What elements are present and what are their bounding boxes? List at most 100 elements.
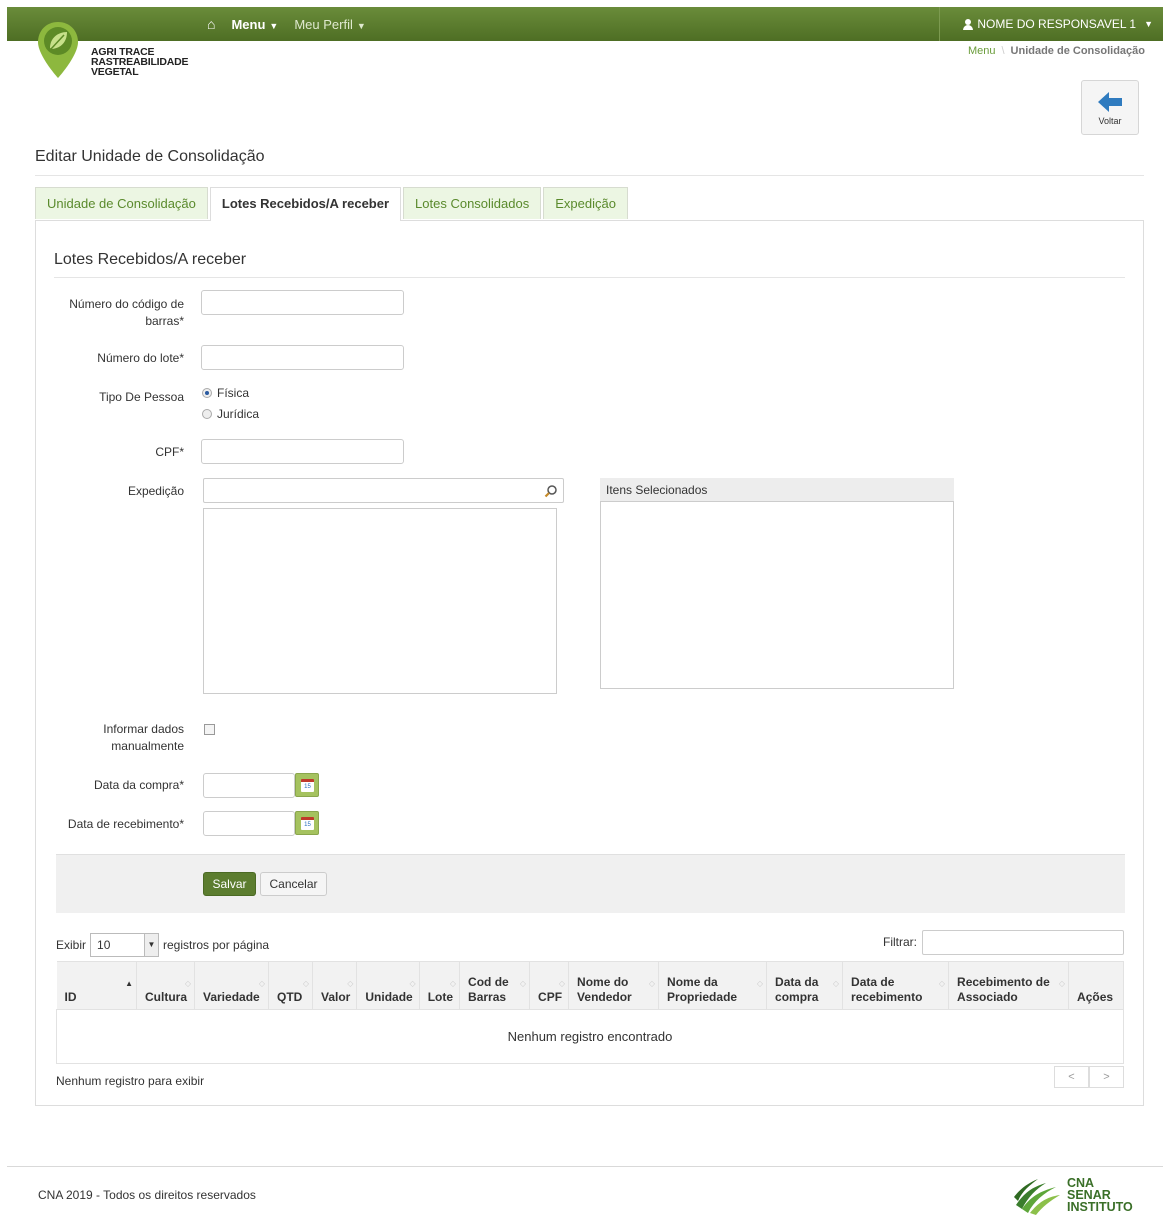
radio-unselected-icon — [202, 409, 212, 419]
purchase-date-input[interactable] — [203, 773, 295, 798]
table-header-row: ID ▲ Cultura ◇ Variedade ◇ QTD ◇ Valor ◇ Unid… — [56, 961, 1124, 1010]
tab-lotes-consolidados[interactable]: Lotes Consolidados — [403, 187, 542, 219]
chevron-down-icon: ▼ — [356, 20, 366, 31]
col-header-acoes: Ações — [1068, 961, 1124, 1010]
breadcrumb-separator: \ — [1001, 45, 1005, 57]
footer-divider — [7, 1166, 1163, 1167]
receipt-date-input[interactable] — [203, 811, 295, 836]
agritrace-logo[interactable]: AGRI TRACE RASTREABILIDADE VEGETAL — [36, 20, 196, 84]
col-header-qtd[interactable]: QTD ◇ — [268, 961, 313, 1010]
calendar-icon: 15 — [301, 817, 314, 830]
lot-label: Número do lote* — [97, 351, 184, 365]
page-size-select[interactable]: 10 ▼ — [90, 933, 160, 957]
sort-icon: ◇ — [409, 979, 416, 988]
cpf-input[interactable] — [201, 439, 404, 464]
col-header-nome-vendedor[interactable]: Nome do Vendedor ◇ — [568, 961, 660, 1010]
chevron-down-icon: ▼ — [144, 934, 159, 956]
available-items-list[interactable] — [203, 508, 557, 694]
filter-input[interactable] — [922, 930, 1124, 955]
sort-asc-icon: ▲ — [125, 979, 133, 988]
purchase-date-label: Data da compra* — [93, 778, 184, 792]
pagination: < > — [1054, 1066, 1124, 1088]
back-button[interactable]: Voltar — [1081, 80, 1139, 135]
next-page-button[interactable]: > — [1089, 1066, 1124, 1088]
chevron-down-icon: ▼ — [269, 20, 279, 31]
profile-dropdown[interactable]: Meu Perfil ▼ — [294, 17, 365, 32]
sort-icon: ◇ — [449, 979, 457, 988]
breadcrumb: Menu \ Unidade de Consolidação — [968, 45, 1145, 57]
col-header-cultura[interactable]: Cultura ◇ — [136, 961, 195, 1010]
table-row: Nenhum registro encontrado — [56, 1009, 1124, 1064]
col-header-recebimento-associado[interactable]: Recebimento de Associado ◇ — [948, 961, 1070, 1010]
cancel-button[interactable]: Cancelar — [260, 872, 327, 896]
cna-senar-logo: CNA SENAR INSTITUTO — [1012, 1175, 1142, 1217]
sort-icon: ◇ — [184, 979, 191, 988]
selected-items-list[interactable] — [600, 478, 954, 689]
sort-icon: ◇ — [347, 979, 354, 988]
breadcrumb-menu-link[interactable]: Menu — [968, 45, 996, 57]
radio-selected-icon — [202, 388, 212, 398]
breadcrumb-current: Unidade de Consolidação — [1010, 45, 1145, 57]
save-button[interactable]: Salvar — [203, 872, 256, 896]
tab-lotes-recebidos[interactable]: Lotes Recebidos/A receber — [209, 187, 402, 221]
barcode-label: Número do código de barras* — [69, 297, 184, 328]
cpf-label: CPF* — [155, 445, 184, 459]
col-header-data-recebimento[interactable]: Data de recebimento ◇ — [842, 961, 950, 1010]
barcode-input[interactable] — [201, 290, 404, 315]
lot-input[interactable] — [201, 345, 404, 370]
person-type-label: Tipo De Pessoa — [99, 390, 184, 404]
sort-icon: ◇ — [756, 979, 764, 988]
user-dropdown[interactable]: NOME DO RESPONSAVEL 1 ▼ — [939, 7, 1163, 41]
radio-juridica[interactable]: Jurídica — [202, 407, 259, 421]
col-header-data-compra[interactable]: Data da compra ◇ — [766, 961, 844, 1010]
sort-icon: ◇ — [1058, 979, 1066, 988]
wheat-icon — [1014, 1179, 1060, 1215]
col-header-nome-propriedade[interactable]: Nome da Propriedade ◇ — [658, 961, 768, 1010]
copyright-text: CNA 2019 - Todos os direitos reservados — [38, 1188, 256, 1202]
tab-unidade-consolidacao[interactable]: Unidade de Consolidação — [35, 187, 208, 219]
col-header-unidade[interactable]: Unidade ◇ — [356, 961, 420, 1010]
col-header-cpf[interactable]: CPF ◇ — [529, 961, 570, 1010]
user-icon — [963, 19, 974, 30]
table-info: Nenhum registro para exibir — [56, 1074, 205, 1088]
page-title: Editar Unidade de Consolidação — [35, 148, 265, 165]
expedicao-label: Expedição — [127, 484, 184, 498]
selected-items-header: Itens Selecionados — [600, 478, 954, 502]
menu-dropdown[interactable]: Menu ▼ — [231, 17, 278, 32]
main-nav: ⌂ Menu ▼ Meu Perfil ▼ — [207, 16, 366, 32]
expedicao-search-input[interactable] — [203, 478, 564, 503]
logo-text: AGRI TRACE RASTREABILIDADE VEGETAL — [91, 46, 189, 78]
sort-icon: ◇ — [832, 979, 840, 988]
tab-expedicao[interactable]: Expedição — [543, 187, 628, 219]
receipt-date-label: Data de recebimento* — [67, 817, 184, 831]
col-header-valor[interactable]: Valor ◇ — [312, 961, 358, 1010]
page-size-control: Exibir 10 ▼ registros por página — [56, 933, 269, 957]
sort-icon: ◇ — [558, 979, 566, 988]
empty-message: Nenhum registro encontrado — [56, 1009, 1124, 1064]
calendar-icon: 15 — [301, 779, 314, 792]
col-header-cod-barras[interactable]: Cod de Barras ◇ — [459, 961, 531, 1010]
sort-icon: ◇ — [648, 979, 656, 988]
home-icon[interactable]: ⌂ — [207, 16, 215, 32]
sort-icon: ◇ — [258, 979, 265, 988]
manual-data-checkbox[interactable] — [204, 724, 215, 735]
section-divider — [54, 277, 1125, 278]
filter-label: Filtrar: — [883, 935, 917, 949]
col-header-lote[interactable]: Lote ◇ — [419, 961, 461, 1010]
purchase-date-picker-button[interactable]: 15 — [295, 773, 319, 797]
title-divider — [35, 175, 1144, 176]
lots-table: ID ▲ Cultura ◇ Variedade ◇ QTD ◇ Valor ◇ Unid… — [56, 961, 1124, 1064]
col-header-variedade[interactable]: Variedade ◇ — [194, 961, 269, 1010]
sort-icon: ◇ — [938, 979, 946, 988]
manual-data-label: Informar dados manualmente — [103, 722, 184, 753]
leaf-pin-icon — [38, 22, 78, 78]
col-header-id[interactable]: ID ▲ — [56, 961, 137, 1010]
sort-icon: ◇ — [519, 979, 527, 988]
cna-text: CNA SENAR INSTITUTO — [1067, 1176, 1133, 1214]
prev-page-button[interactable]: < — [1054, 1066, 1089, 1088]
radio-fisica[interactable]: Física — [202, 386, 249, 400]
receipt-date-picker-button[interactable]: 15 — [295, 811, 319, 835]
arrow-left-icon — [1098, 92, 1122, 112]
chevron-down-icon: ▼ — [1144, 19, 1153, 29]
search-icon — [544, 485, 557, 498]
